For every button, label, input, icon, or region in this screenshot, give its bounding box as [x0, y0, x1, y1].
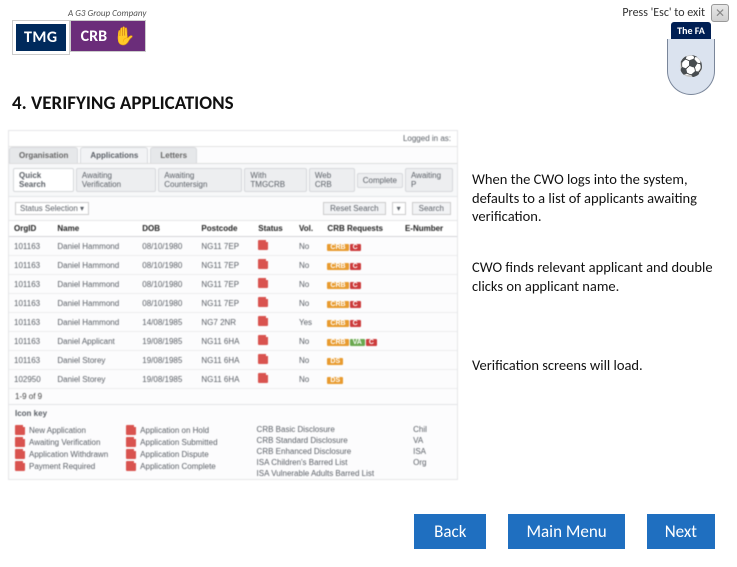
- filter-select[interactable]: ▾: [392, 202, 406, 215]
- chip-crb: CRB: [327, 339, 348, 346]
- logged-in-label: Logged in as:: [403, 134, 451, 143]
- chip-ds: DS: [327, 377, 343, 384]
- hand-icon: ✋: [113, 25, 135, 47]
- chip-c: C: [350, 282, 361, 289]
- close-icon[interactable]: ✕: [711, 4, 729, 22]
- key-item: CRB Standard Disclosure: [236, 435, 375, 446]
- tab-organisation[interactable]: Organisation: [9, 147, 78, 163]
- col-header: Vol.: [294, 221, 322, 237]
- back-button[interactable]: Back: [414, 514, 486, 549]
- key-item: ISA: [392, 446, 427, 457]
- col-header: Name: [52, 221, 137, 237]
- key-item: New Application: [15, 424, 108, 436]
- chip-crb: CRB: [327, 244, 348, 251]
- chip-va: VA: [350, 339, 365, 346]
- key-item: Org: [392, 457, 427, 468]
- subtab[interactable]: Awaiting P: [405, 168, 453, 192]
- crb-logo: CRB ✋: [70, 20, 147, 52]
- main-menu-button[interactable]: Main Menu: [508, 514, 624, 549]
- tab-letters[interactable]: Letters: [150, 147, 197, 163]
- subtab[interactable]: Web CRB: [309, 168, 355, 192]
- next-button[interactable]: Next: [647, 514, 715, 549]
- chip-crb: CRB: [327, 320, 348, 327]
- pdf-icon: [258, 240, 268, 250]
- result-count: 1-9 of 9: [9, 389, 457, 404]
- shield-icon: ⚽: [667, 39, 715, 95]
- col-header: Status: [253, 221, 294, 237]
- key-item: Payment Required: [15, 460, 108, 472]
- reset-button[interactable]: Reset Search: [323, 202, 385, 215]
- pdf-icon: [258, 335, 268, 345]
- chip-ds: DS: [327, 358, 343, 365]
- table-row[interactable]: 101163Daniel Applicant19/08/1985NG11 6HA…: [9, 332, 457, 351]
- subtab[interactable]: Awaiting Countersign: [158, 168, 242, 192]
- icon-key-title: Icon key: [9, 404, 457, 422]
- table-row[interactable]: 101163Daniel Hammond08/10/1980NG11 7EPNo…: [9, 256, 457, 275]
- key-item: Application Withdrawn: [15, 448, 108, 460]
- para-2: CWO finds relevant applicant and double …: [472, 258, 721, 295]
- fa-crest: The FA ⚽: [663, 22, 719, 95]
- table-row[interactable]: 102950Daniel Storey19/08/1985NG11 6HANoD…: [9, 370, 457, 389]
- key-item: Application on Hold: [126, 424, 217, 436]
- page-title: 4. VERIFYING APPLICATIONS: [12, 92, 234, 115]
- tab-applications[interactable]: Applications: [80, 147, 148, 163]
- para-3: Verification screens will load.: [472, 356, 721, 375]
- status-select[interactable]: Status Selection ▾: [15, 202, 89, 215]
- pdf-icon: [258, 278, 268, 288]
- key-item: CRB Enhanced Disclosure: [236, 446, 375, 457]
- pdf-icon: [258, 259, 268, 269]
- results-table: OrgIDNameDOBPostcodeStatusVol.CRB Reques…: [9, 221, 457, 389]
- subtab[interactable]: Awaiting Verification: [76, 168, 156, 192]
- icon-key: New ApplicationAwaiting VerificationAppl…: [9, 422, 457, 480]
- chip-c: C: [350, 301, 361, 308]
- key-item: CRB Basic Disclosure: [236, 424, 375, 435]
- chip-c: C: [366, 339, 377, 346]
- key-item: Chil: [392, 424, 427, 435]
- key-item: Application Complete: [126, 460, 217, 472]
- key-item: Application Submitted: [126, 436, 217, 448]
- col-header: Postcode: [196, 221, 253, 237]
- chip-c: C: [350, 320, 361, 327]
- key-item: ISA Vulnerable Adults Barred List: [236, 468, 375, 479]
- col-header: E-Number: [400, 221, 457, 237]
- pdf-icon: [258, 316, 268, 326]
- chip-c: C: [350, 244, 361, 251]
- table-row[interactable]: 101163Daniel Hammond14/08/1985NG7 2NRYes…: [9, 313, 457, 332]
- para-1: When the CWO logs into the system, defau…: [472, 170, 721, 226]
- search-button[interactable]: Search: [412, 202, 451, 215]
- table-row[interactable]: 101163Daniel Hammond08/10/1980NG11 7EPNo…: [9, 237, 457, 256]
- esc-hint: Press 'Esc' to exit: [622, 6, 705, 20]
- nav-buttons: Back Main Menu Next: [0, 514, 737, 549]
- subtab[interactable]: Quick Search: [13, 168, 74, 192]
- logo-area: TMG CRB ✋: [12, 20, 146, 55]
- chip-c: C: [350, 263, 361, 270]
- key-item: Application Dispute: [126, 448, 217, 460]
- col-header: OrgID: [9, 221, 52, 237]
- chip-crb: CRB: [327, 282, 348, 289]
- table-row[interactable]: 101163Daniel Hammond08/10/1980NG11 7EPNo…: [9, 294, 457, 313]
- pdf-icon: [258, 297, 268, 307]
- key-item: VA: [392, 435, 427, 446]
- table-row[interactable]: 101163Daniel Hammond08/10/1980NG11 7EPNo…: [9, 275, 457, 294]
- main-tabs: OrganisationApplicationsLetters: [9, 147, 457, 164]
- col-header: CRB Requests: [322, 221, 400, 237]
- chip-crb: CRB: [327, 301, 348, 308]
- key-item: Disclosure Scotland: [236, 479, 375, 480]
- embedded-app-screenshot: Logged in as: OrganisationApplicationsLe…: [8, 130, 458, 480]
- table-row[interactable]: 101163Daniel Storey19/08/1985NG11 6HANoD…: [9, 351, 457, 370]
- tmg-logo: TMG: [12, 20, 70, 55]
- sub-tabs: Quick SearchAwaiting VerificationAwaitin…: [9, 164, 457, 197]
- subtab[interactable]: With TMGCRB: [244, 168, 306, 192]
- pdf-icon: [258, 373, 268, 383]
- fa-band: The FA: [671, 22, 711, 39]
- pdf-icon: [258, 354, 268, 364]
- chip-crb: CRB: [327, 263, 348, 270]
- filter-row: Status Selection ▾ Reset Search ▾ Search: [9, 197, 457, 221]
- key-item: Awaiting Verification: [15, 436, 108, 448]
- key-item: ISA Children's Barred List: [236, 457, 375, 468]
- col-header: DOB: [137, 221, 196, 237]
- g3-tagline: A G3 Group Company: [68, 8, 146, 19]
- subtab[interactable]: Complete: [357, 173, 403, 188]
